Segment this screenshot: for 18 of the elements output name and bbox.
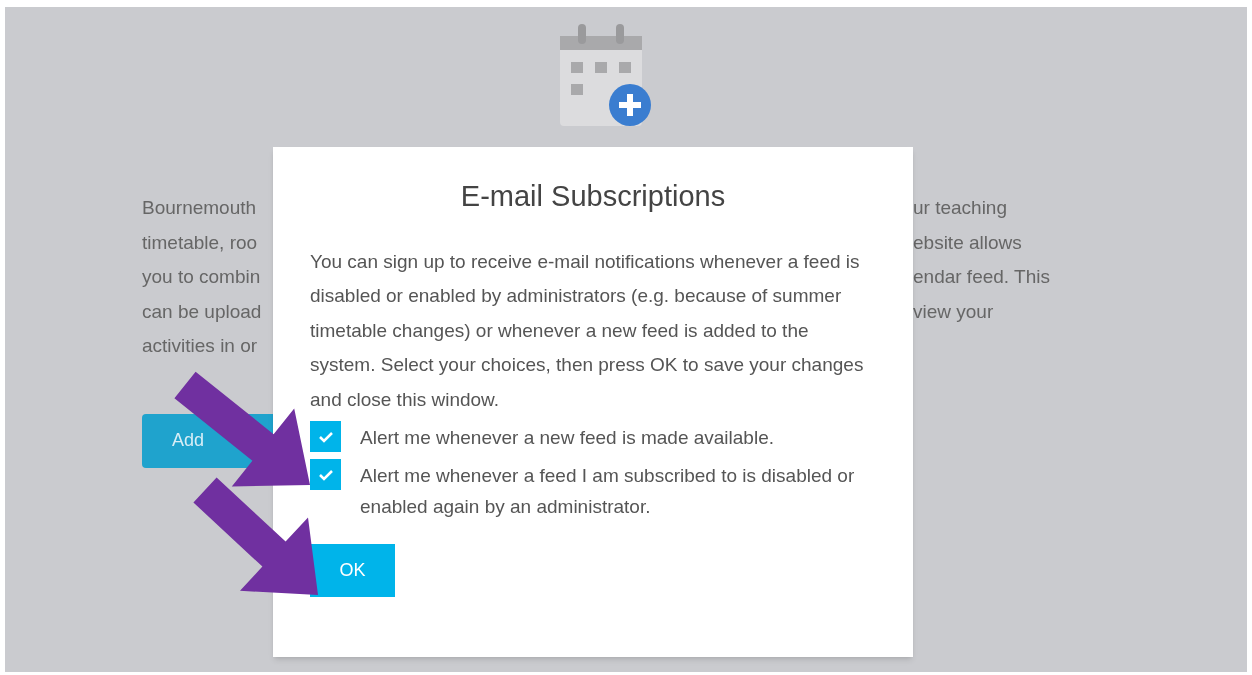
checkbox-label: Alert me whenever a feed I am subscribed to is disabled or enabled again by an administrator.: [360, 464, 856, 519]
checkmark-icon: [317, 430, 334, 443]
paragraph-fragment: timetable, roo: [142, 230, 259, 255]
paragraph-fragment: endar feed. This: [913, 265, 1050, 289]
dialog-description: You can sign up to receive e-mail notifications whenever a feed is disabled or enabled by administrators (e.g. because of summer timetable changes) or whenever a new feed is added to the system. Select your choices, then press OK to save your changes and close this window.: [310, 249, 865, 412]
paragraph-fragment: Bournemouth: [142, 196, 258, 220]
checkmark-icon: [317, 468, 334, 481]
checkbox-label: Alert me whenever a new feed is made available.: [360, 426, 775, 450]
checkbox[interactable]: [310, 459, 341, 490]
paragraph-fragment: activities in or: [142, 334, 259, 358]
paragraph-fragment: you to combin: [142, 265, 262, 289]
checkbox[interactable]: [310, 421, 341, 452]
paragraph-fragment: ur teaching: [913, 196, 1008, 220]
dialog-title: E-mail Subscriptions: [459, 179, 727, 214]
ok-button[interactable]: OK: [310, 544, 395, 597]
paragraph-fragment: can be upload: [142, 299, 263, 324]
paragraph-fragment: ebsite allows: [913, 230, 1023, 255]
paragraph-fragment: view your: [913, 299, 995, 324]
